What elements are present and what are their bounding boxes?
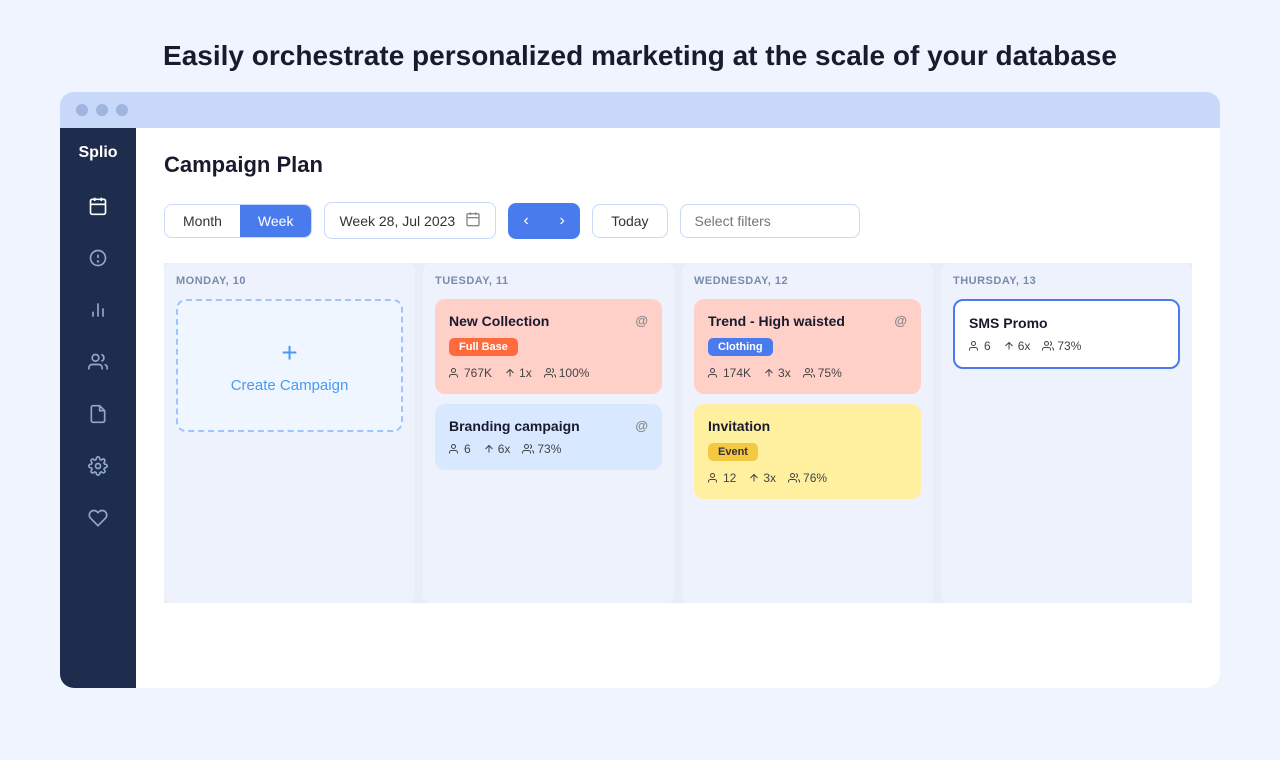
create-plus-icon: + xyxy=(281,337,297,369)
day-column-wednesday: WEDNESDAY, 12 Trend - High waisted @ Clo… xyxy=(682,263,933,603)
today-btn[interactable]: Today xyxy=(592,204,667,238)
card-stats-invitation: 12 3x 76% xyxy=(708,471,907,485)
day-column-thursday: THURSDAY, 13 SMS Promo 6 xyxy=(941,263,1192,603)
browser-dot-1 xyxy=(76,104,88,116)
stat-rate-sms-promo: 73% xyxy=(1042,339,1081,353)
next-week-btn[interactable]: › xyxy=(544,203,580,239)
browser-dot-3 xyxy=(116,104,128,116)
date-picker[interactable]: Week 28, Jul 2023 xyxy=(324,202,496,239)
card-title-new-collection: New Collection @ xyxy=(449,313,648,329)
day-column-tuesday: TUESDAY, 11 New Collection @ Full Base xyxy=(423,263,674,603)
tag-event: Event xyxy=(708,443,758,461)
at-icon-trend: @ xyxy=(894,313,907,328)
stat-users-trend: 174K xyxy=(708,366,751,380)
campaign-card-new-collection[interactable]: New Collection @ Full Base 767K xyxy=(435,299,662,394)
stat-users-branding: 6 xyxy=(449,442,471,456)
stat-users-new-collection: 767K xyxy=(449,366,492,380)
stat-sends-new-collection: 1x xyxy=(504,366,532,380)
view-toggle-group: Month Week xyxy=(164,204,312,238)
headline: Easily orchestrate personalized marketin… xyxy=(163,40,1117,72)
stat-rate-invitation: 76% xyxy=(788,471,827,485)
prev-week-btn[interactable]: ‹ xyxy=(508,203,544,239)
day-column-monday: MONDAY, 10 + Create Campaign xyxy=(164,263,415,603)
day-header-thursday: THURSDAY, 13 xyxy=(953,275,1180,287)
browser-bar xyxy=(60,92,1220,128)
card-stats-trend: 174K 3x 75% xyxy=(708,366,907,380)
create-campaign-label: Create Campaign xyxy=(231,377,349,394)
campaign-card-sms-promo[interactable]: SMS Promo 6 6x xyxy=(953,299,1180,369)
browser-dot-2 xyxy=(96,104,108,116)
campaign-card-invitation[interactable]: Invitation Event 12 3x xyxy=(694,404,921,499)
stat-rate-new-collection: 100% xyxy=(544,366,590,380)
card-stats-branding: 6 6x 73% xyxy=(449,442,648,456)
stat-sends-branding: 6x xyxy=(483,442,511,456)
card-stats-new-collection: 767K 1x 100% xyxy=(449,366,648,380)
at-icon-branding: @ xyxy=(635,418,648,433)
sidebar: Splio xyxy=(60,128,136,688)
app-container: Splio xyxy=(60,128,1220,688)
tag-clothing: Clothing xyxy=(708,338,773,356)
sidebar-item-settings[interactable] xyxy=(76,444,120,488)
filter-input[interactable] xyxy=(680,204,860,238)
card-title-sms-promo: SMS Promo xyxy=(969,315,1164,331)
campaign-card-trend[interactable]: Trend - High waisted @ Clothing 174K xyxy=(694,299,921,394)
create-campaign-card[interactable]: + Create Campaign xyxy=(176,299,403,432)
stat-rate-branding: 73% xyxy=(522,442,561,456)
nav-btn-group: ‹ › xyxy=(508,203,580,239)
sidebar-item-insights[interactable] xyxy=(76,236,120,280)
stat-sends-trend: 3x xyxy=(763,366,791,380)
main-content: Campaign Plan Month Week Week 28, Jul 20… xyxy=(136,128,1220,688)
card-title-branding: Branding campaign @ xyxy=(449,418,648,434)
card-title-trend: Trend - High waisted @ xyxy=(708,313,907,329)
stat-users-invitation: 12 xyxy=(708,471,736,485)
day-header-tuesday: TUESDAY, 11 xyxy=(435,275,662,287)
week-toggle-btn[interactable]: Week xyxy=(240,205,312,237)
at-icon-new-collection: @ xyxy=(635,313,648,328)
page-title: Campaign Plan xyxy=(164,152,1192,178)
calendar-grid: MONDAY, 10 + Create Campaign TUESDAY, 11… xyxy=(164,263,1192,603)
sidebar-item-analytics[interactable] xyxy=(76,288,120,332)
day-header-wednesday: WEDNESDAY, 12 xyxy=(694,275,921,287)
sidebar-item-calendar[interactable] xyxy=(76,184,120,228)
stat-sends-sms-promo: 6x xyxy=(1003,339,1031,353)
outer-wrapper: Easily orchestrate personalized marketin… xyxy=(20,20,1260,740)
stat-rate-trend: 75% xyxy=(803,366,842,380)
toolbar: Month Week Week 28, Jul 2023 ‹ › xyxy=(164,202,1192,239)
day-header-monday: MONDAY, 10 xyxy=(176,275,403,287)
campaign-card-branding[interactable]: Branding campaign @ 6 6x xyxy=(435,404,662,470)
browser-window: Splio xyxy=(60,92,1220,688)
calendar-icon xyxy=(465,211,481,230)
date-display: Week 28, Jul 2023 xyxy=(339,213,455,229)
tag-full-base: Full Base xyxy=(449,338,518,356)
sidebar-item-favorites[interactable] xyxy=(76,496,120,540)
card-title-invitation: Invitation xyxy=(708,418,907,434)
sidebar-item-users[interactable] xyxy=(76,340,120,384)
stat-sends-invitation: 3x xyxy=(748,471,776,485)
month-toggle-btn[interactable]: Month xyxy=(165,205,240,237)
sidebar-logo: Splio xyxy=(78,144,117,162)
stat-users-sms-promo: 6 xyxy=(969,339,991,353)
card-stats-sms-promo: 6 6x 73% xyxy=(969,339,1164,353)
sidebar-item-reports[interactable] xyxy=(76,392,120,436)
